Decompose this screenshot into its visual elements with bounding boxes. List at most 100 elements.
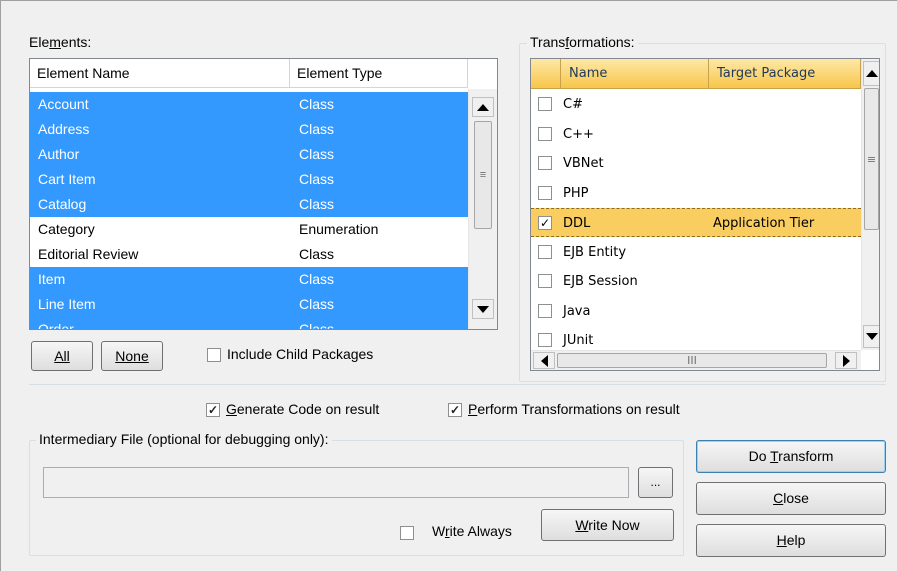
elements-label: Elements: (29, 34, 92, 50)
element-name: Order (38, 321, 74, 330)
close-button[interactable]: Close (696, 482, 886, 515)
transformation-checkbox[interactable] (538, 97, 552, 111)
transformation-name: EJB Entity (563, 244, 627, 260)
elements-list-header: Element Name Element Type (30, 59, 468, 88)
column-header-target-package[interactable]: Target Package (709, 59, 861, 89)
scroll-thumb[interactable]: ≡ (864, 88, 879, 230)
write-always-checkbox[interactable] (400, 526, 414, 540)
browse-button[interactable]: ... (638, 467, 673, 498)
grip-icon: ≡ (479, 169, 487, 181)
scroll-down-button[interactable] (472, 299, 494, 319)
column-header-element-name[interactable]: Element Name (30, 59, 290, 88)
intermediary-file-input[interactable] (43, 467, 629, 498)
do-transform-button[interactable]: Do Transform (696, 440, 886, 473)
element-type: Class (299, 196, 335, 212)
element-type: Class (299, 146, 335, 162)
transformation-target-package: Application Tier (713, 216, 815, 231)
select-all-button[interactable]: All (31, 341, 93, 371)
element-row[interactable]: Editorial Review Class (30, 242, 468, 267)
transformation-checkbox[interactable] (538, 126, 552, 141)
separator (29, 384, 886, 385)
transformation-checkbox[interactable] (538, 333, 552, 347)
element-name: Author (38, 146, 80, 162)
transformation-checkbox[interactable] (538, 156, 552, 170)
write-always-label: Write Always (432, 523, 512, 539)
scroll-up-button[interactable] (863, 61, 879, 86)
transformation-name: EJB Session (563, 274, 638, 289)
generate-code-label: Generate Code on result (226, 401, 380, 417)
transformations-hscroll[interactable]: III (531, 350, 861, 370)
transformation-name: PHP (563, 185, 589, 201)
transformation-row[interactable]: VBNet (531, 149, 861, 178)
scroll-right-button[interactable] (835, 352, 857, 369)
help-button[interactable]: Help (696, 524, 886, 557)
grid-corner (531, 59, 561, 89)
element-row[interactable]: Cart Item Class (30, 167, 468, 192)
element-name: Line Item (38, 296, 96, 312)
transformation-row[interactable]: C++ (531, 120, 861, 149)
scroll-left-button[interactable] (533, 352, 555, 369)
transformation-checkbox[interactable] (538, 185, 552, 200)
element-name: Catalog (38, 196, 87, 212)
select-none-button[interactable]: None (101, 341, 163, 371)
element-row[interactable]: Author Class (30, 142, 468, 167)
transformation-row[interactable]: C# (531, 90, 861, 119)
transformations-grid[interactable]: Name Target Package C# C++ VBNet PHP DDL Appl… (530, 58, 880, 371)
hscroll-thumb[interactable]: III (557, 353, 827, 368)
transformation-name: C++ (563, 126, 594, 142)
transformation-row[interactable]: EJB Entity (531, 238, 861, 267)
element-row[interactable]: Catalog Class (30, 192, 468, 217)
scroll-thumb[interactable]: ≡ (474, 121, 492, 229)
element-name: Item (38, 271, 66, 287)
element-type: Enumeration (299, 221, 379, 237)
element-row[interactable]: Line Item Class (30, 292, 468, 317)
perform-transformations-label: Perform Transformations on result (468, 401, 680, 417)
element-row[interactable]: Order Class (30, 317, 468, 330)
column-header-element-type[interactable]: Element Type (290, 59, 468, 88)
transformation-checkbox[interactable] (538, 274, 552, 288)
transformation-checkbox[interactable] (538, 303, 552, 318)
transformations-label: Transformations: (527, 34, 638, 50)
arrow-up-icon (477, 103, 489, 111)
include-child-packages-label: Include Child Packages (227, 346, 374, 362)
transformation-name: Java (563, 303, 591, 319)
element-type: Class (299, 321, 335, 330)
element-type: Class (299, 246, 335, 262)
element-name: Editorial Review (38, 246, 139, 262)
element-name: Address (38, 121, 90, 137)
arrow-down-icon (865, 333, 878, 340)
grip-icon: III (687, 354, 697, 367)
elements-vscroll[interactable]: ≡ (468, 89, 497, 329)
element-type: Class (299, 121, 335, 137)
element-type: Class (299, 171, 335, 187)
element-row[interactable]: Account Class (30, 92, 468, 117)
arrow-left-icon (540, 354, 548, 367)
transformation-checkbox[interactable] (538, 216, 552, 230)
transformation-row[interactable]: DDL Application Tier (531, 208, 861, 237)
intermediary-label: Intermediary File (optional for debuggin… (36, 431, 332, 447)
grip-icon: ≡ (866, 152, 877, 166)
scroll-down-button[interactable] (863, 325, 879, 348)
elements-list[interactable]: Element Name Element Type Account Class Ad… (29, 58, 498, 330)
scroll-up-button[interactable] (472, 97, 494, 117)
arrow-up-icon (865, 70, 878, 77)
element-row[interactable]: Address Class (30, 117, 468, 142)
transformation-name: VBNet (563, 156, 604, 171)
transformation-checkbox[interactable] (538, 244, 552, 259)
transformation-row[interactable]: EJB Session (531, 267, 861, 296)
column-header-name[interactable]: Name (561, 59, 709, 89)
element-name: Cart Item (38, 171, 96, 187)
arrow-right-icon (842, 354, 850, 367)
transformation-row[interactable]: Java (531, 297, 861, 326)
element-row[interactable]: Category Enumeration (30, 217, 468, 242)
include-child-packages-checkbox[interactable] (207, 348, 221, 362)
transformations-vscroll[interactable]: ≡ (861, 59, 879, 350)
perform-transformations-checkbox[interactable] (448, 403, 462, 417)
generate-code-checkbox[interactable] (206, 403, 220, 417)
element-row[interactable]: Item Class (30, 267, 468, 292)
transformation-row[interactable]: PHP (531, 179, 861, 208)
transformation-name: DDL (563, 216, 591, 231)
arrow-down-icon (477, 305, 489, 313)
element-name: Account (38, 96, 89, 112)
write-now-button[interactable]: Write Now (541, 509, 674, 541)
